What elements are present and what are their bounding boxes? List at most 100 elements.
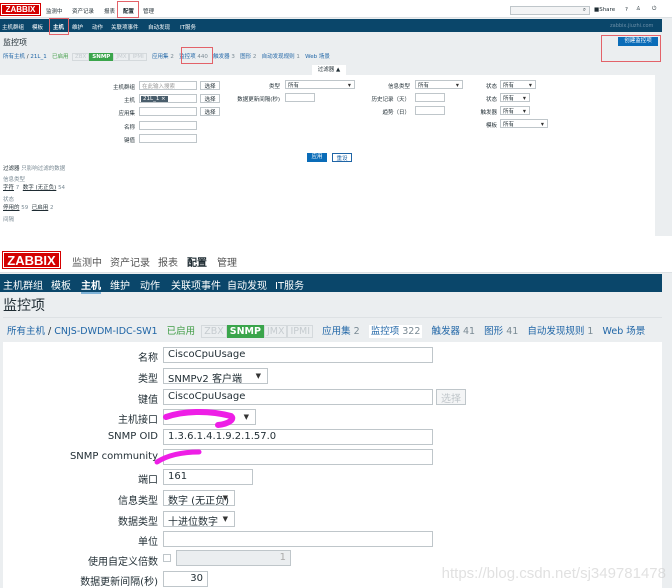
units-input[interactable]	[163, 531, 433, 547]
type-select[interactable]: 所有	[285, 80, 355, 89]
nav-discovery[interactable]: 自动发现	[227, 277, 267, 292]
menu-reports[interactable]: 报表	[104, 7, 115, 15]
key-input[interactable]	[139, 134, 197, 143]
trends-input[interactable]	[415, 106, 445, 115]
nav-actions[interactable]: 动作	[92, 23, 103, 31]
tab-items[interactable]: 监控项 322	[368, 325, 423, 338]
menu-administration[interactable]: 管理	[143, 7, 154, 15]
nav-maintenance[interactable]: 维护	[110, 277, 130, 292]
label-multiplier: 使用自定义倍数	[88, 557, 158, 568]
menu-inventory[interactable]: 资产记录	[110, 254, 150, 269]
label-units: 单位	[138, 537, 158, 548]
user-icon[interactable]: ♙	[636, 6, 641, 12]
label-status: 状态	[485, 97, 497, 103]
host-select-button[interactable]: 选择	[200, 94, 220, 103]
hostgroup-select-button[interactable]: 选择	[200, 81, 220, 90]
nav-templates[interactable]: 模板	[51, 277, 71, 292]
nav-itservices[interactable]: IT服务	[180, 23, 196, 31]
menu-administration[interactable]: 管理	[217, 254, 237, 269]
filter-tab[interactable]: 过滤器 ▲	[312, 65, 346, 75]
label-type: 类型	[138, 374, 158, 385]
name-input[interactable]: CiscoCpuUsage	[163, 347, 433, 363]
state-select[interactable]: 所有	[500, 80, 536, 89]
label-type: 类型	[268, 84, 280, 90]
label-name: 名称	[123, 125, 135, 131]
triggers-select[interactable]: 所有	[500, 106, 530, 115]
nav-templates[interactable]: 模板	[32, 23, 43, 31]
breadcrumb-host[interactable]: 21L_1	[30, 54, 46, 60]
hostgroup-input[interactable]: 在此输入搜索	[139, 81, 197, 90]
key-select-button[interactable]: 选择	[436, 389, 466, 405]
highlight-box	[181, 47, 213, 64]
share-link[interactable]: ■Share	[594, 7, 615, 13]
tab-discovery[interactable]: 自动发现规则 1	[262, 54, 300, 60]
infotype-select[interactable]: 所有	[415, 80, 463, 89]
host-input[interactable]: 21L_1 ×	[139, 94, 197, 103]
multiplier-checkbox[interactable]	[163, 554, 171, 562]
highlight-box	[117, 1, 139, 18]
label-triggers: 触发器	[480, 110, 497, 116]
host-chip[interactable]: 21L_1 ×	[141, 96, 168, 102]
breadcrumb-all-hosts[interactable]: 所有主机	[7, 326, 45, 337]
filter-form: 主机群组 在此输入搜索 选择 主机 21L_1 × 选择 应用集 选择 名称 键…	[0, 75, 655, 167]
summary-char-link[interactable]: 字符	[3, 185, 14, 191]
tab-applications[interactable]: 应用集 2	[152, 54, 174, 60]
nav-itservices[interactable]: IT服务	[275, 277, 304, 292]
nav-maintenance[interactable]: 维护	[72, 23, 83, 31]
application-input[interactable]	[139, 107, 197, 116]
key-input[interactable]: CiscoCpuUsage	[163, 389, 433, 405]
tab-discovery[interactable]: 自动发现规则 1	[527, 326, 593, 337]
nav-correlation[interactable]: 关联项事件	[171, 277, 221, 292]
tab-triggers[interactable]: 触发器 3	[213, 54, 235, 60]
reset-button[interactable]: 重设	[332, 153, 352, 162]
tab-web[interactable]: Web 场景	[305, 54, 330, 60]
menu-inventory[interactable]: 资产记录	[72, 7, 94, 15]
breadcrumb-host[interactable]: CNJS-DWDM-IDC-SW1	[54, 326, 157, 337]
nav-discovery[interactable]: 自动发现	[148, 23, 170, 31]
search-input[interactable]: ⌕	[510, 6, 590, 15]
breadcrumb: 所有主机 / 21L_1 已启用 ZBX SNMP JMX IPMI 应用集 2 监控…	[3, 53, 330, 61]
tab-applications[interactable]: 应用集 2	[322, 326, 360, 337]
breadcrumb-all-hosts[interactable]: 所有主机	[3, 54, 25, 60]
zbx-badge: ZBX	[71, 53, 90, 61]
nav-hostgroups[interactable]: 主机群组	[2, 23, 24, 31]
status-enabled[interactable]: 已启用	[167, 326, 196, 337]
label-host: 主机	[123, 98, 135, 104]
multiplier-input[interactable]: 1	[176, 550, 291, 566]
apply-button[interactable]: 应用	[307, 153, 327, 162]
summary-disabled-link[interactable]: 停用的	[3, 205, 20, 211]
bottom-screenshot: ZABBIX 监测中 资产记录 报表 配置 管理 主机群组 模板 主机 维护 动…	[0, 245, 672, 588]
summary-enabled-link[interactable]: 已启用	[32, 205, 49, 211]
page-title: 监控项	[3, 38, 27, 47]
tab-graphs[interactable]: 图形 2	[240, 54, 256, 60]
port-input[interactable]: 161	[163, 469, 253, 485]
help-icon[interactable]: ?	[625, 7, 628, 13]
nav-actions[interactable]: 动作	[140, 277, 160, 292]
menu-monitoring[interactable]: 监测中	[46, 7, 63, 15]
history-input[interactable]	[415, 93, 445, 102]
nav-correlation[interactable]: 关联项事件	[111, 23, 139, 31]
menu-reports[interactable]: 报表	[158, 254, 178, 269]
logout-icon[interactable]: ⏻	[652, 6, 656, 13]
breadcrumb: 所有主机 / CNJS-DWDM-IDC-SW1 已启用 ZBX SNMP JMX I…	[3, 317, 662, 339]
nav-hostgroups[interactable]: 主机群组	[3, 277, 43, 292]
status-enabled[interactable]: 已启用	[52, 54, 69, 60]
template-select[interactable]: 所有	[500, 119, 548, 128]
tab-web[interactable]: Web 场景	[603, 326, 646, 337]
status-select[interactable]: 所有	[500, 93, 530, 102]
snmp-oid-input[interactable]: 1.3.6.1.4.1.9.2.1.57.0	[163, 429, 433, 445]
label-snmp-community: SNMP community	[69, 451, 158, 462]
interval-input[interactable]	[285, 93, 315, 102]
menu-monitoring[interactable]: 监测中	[72, 254, 102, 269]
application-select-button[interactable]: 选择	[200, 107, 220, 116]
infotype-select[interactable]: 数字 (无正负)	[163, 490, 235, 507]
menu-configuration[interactable]: 配置	[187, 254, 207, 269]
interval-input[interactable]: 30	[163, 571, 208, 587]
summary-num-link[interactable]: 数字 (无正负)	[23, 185, 57, 191]
type-select[interactable]: SNMPv2 客户端	[163, 368, 268, 385]
name-input[interactable]	[139, 121, 197, 130]
datatype-select[interactable]: 十进位数字	[163, 511, 235, 528]
tab-triggers[interactable]: 触发器 41	[431, 326, 475, 337]
tab-graphs[interactable]: 图形 41	[484, 326, 518, 337]
nav-hosts[interactable]: 主机	[81, 277, 101, 294]
